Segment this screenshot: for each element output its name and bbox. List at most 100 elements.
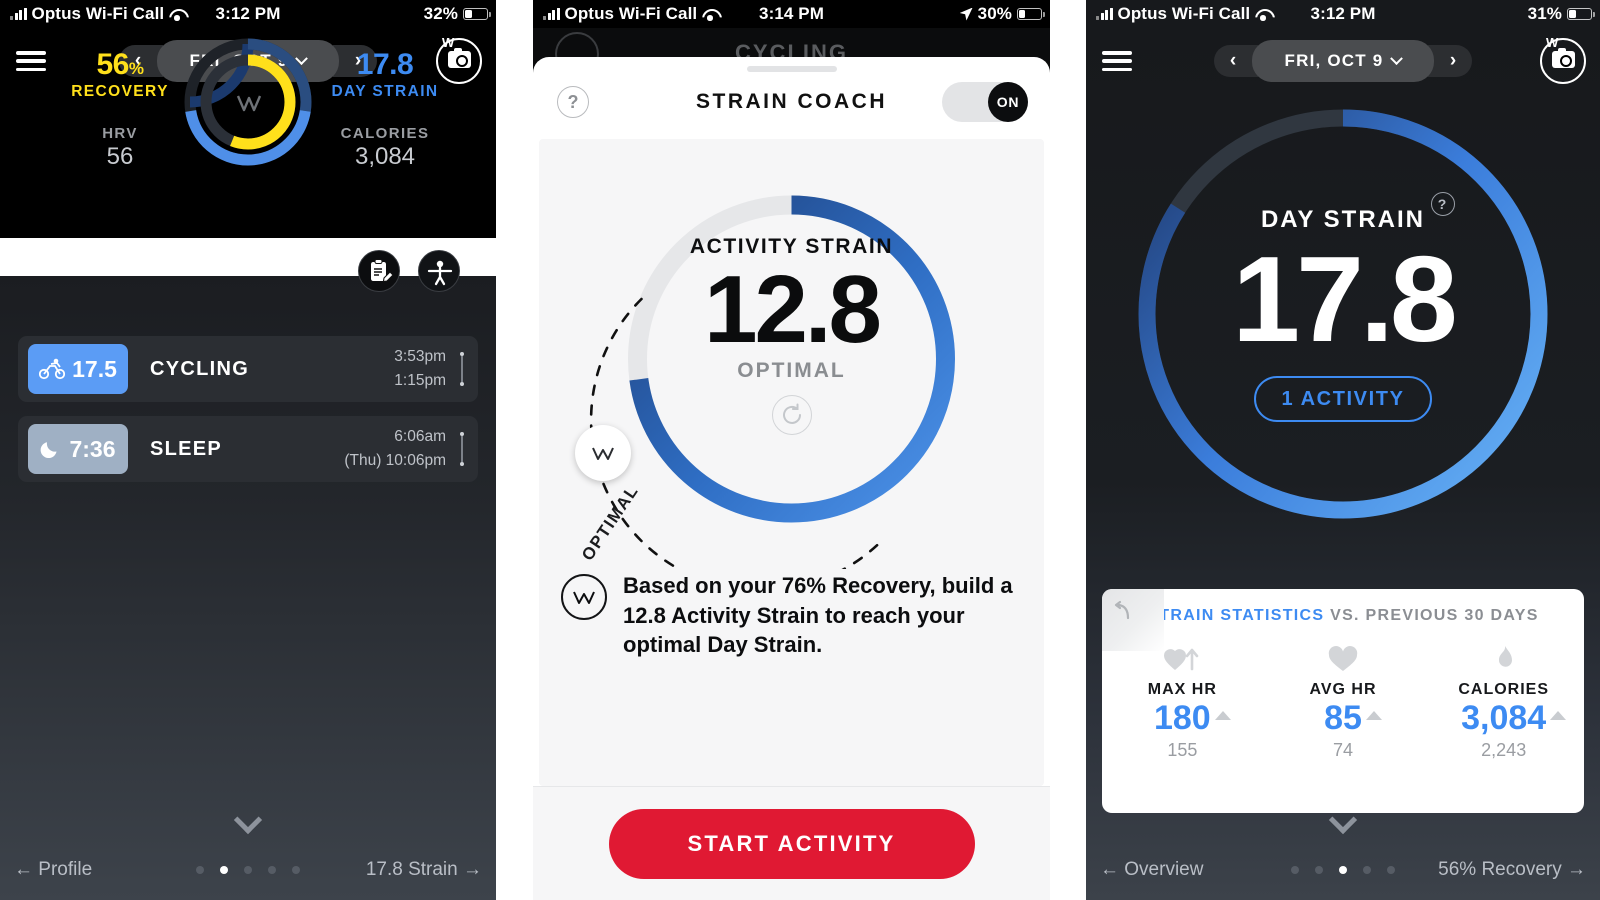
- status-clock: 3:12 PM: [215, 4, 281, 23]
- list-item[interactable]: 7:36 SLEEP 6:06am (Thu) 10:06pm: [18, 416, 478, 482]
- hamburger-icon[interactable]: [16, 51, 46, 71]
- bottom-nav: ← Overview 56% Recovery →: [1086, 804, 1600, 900]
- add-activity-button[interactable]: +: [409, 247, 460, 292]
- activity-name: SLEEP: [150, 437, 223, 460]
- plus-icon: +: [409, 247, 421, 269]
- screenshot-stage: Optus Wi-Fi Call 3:12 PM 32% ‹ FRI, OCT …: [0, 0, 1600, 900]
- person-plus-icon: [427, 260, 453, 286]
- stat-avg-hr: AVG HR 85 74: [1263, 639, 1424, 761]
- activity-name: CYCLING: [150, 357, 250, 380]
- activity-times: 3:53pm 1:15pm: [394, 345, 446, 393]
- question-mark-icon[interactable]: ?: [557, 86, 589, 118]
- coach-note: Based on your 76% Recovery, build a 12.8…: [539, 571, 1044, 660]
- stat-previous: 2,243: [1481, 740, 1527, 761]
- card-fold-corner: [1102, 589, 1164, 651]
- battery-percent-label: 30%: [977, 4, 1012, 23]
- whoop-mark: W: [442, 35, 454, 50]
- phone-screen-day-strain: Optus Wi-Fi Call 3:12 PM 31% ‹ FRI, OCT …: [1086, 0, 1600, 900]
- activity-strain-status: OPTIMAL: [737, 359, 846, 383]
- activity-score: 7:36: [69, 435, 116, 462]
- clipboard-edit-icon: [371, 259, 394, 283]
- journal-button[interactable]: [358, 250, 400, 292]
- recovery-strain-ring[interactable]: [180, 34, 316, 170]
- floating-action-buttons: +: [358, 247, 460, 292]
- nav-next-link[interactable]: 17.8 Strain →: [366, 859, 482, 881]
- coach-note-text: Based on your 76% Recovery, build a 12.8…: [623, 572, 1013, 658]
- hero-section: ‹ FRI, OCT 9 › W 56% RECOVERY HRV 56 17.…: [0, 28, 496, 238]
- phone-screen-overview: Optus Wi-Fi Call 3:12 PM 32% ‹ FRI, OCT …: [0, 0, 496, 900]
- activity-start-time: 1:15pm: [394, 372, 446, 389]
- calories-value: 3,084: [354, 143, 416, 170]
- stats-title-primary: STRAIN STATISTICS: [1147, 607, 1325, 624]
- trend-up-icon: [1214, 711, 1231, 720]
- toggle-knob: ON: [988, 82, 1028, 122]
- phone-screen-strain-coach: Optus Wi-Fi Call 3:14 PM 30% CYCLING ? S…: [533, 0, 1050, 900]
- battery-icon: [463, 8, 491, 20]
- camera-icon[interactable]: W: [1540, 35, 1586, 84]
- chevron-down-icon[interactable]: [1328, 805, 1358, 835]
- whoop-mark: W: [1546, 35, 1558, 50]
- day-strain-center: DAY STRAIN ? 17.8 1 ACTIVITY: [1178, 192, 1508, 422]
- recovery-stat: 56% RECOVERY HRV 56: [60, 50, 180, 171]
- date-button[interactable]: FRI, OCT 9: [1252, 40, 1434, 82]
- next-day-button[interactable]: ›: [1428, 45, 1472, 77]
- activity-times: 6:06am (Thu) 10:06pm: [344, 425, 446, 473]
- day-strain-body: ‹ FRI, OCT 9 › W DAY STRAIN ? 17.8 1 ACT…: [1086, 28, 1600, 900]
- sheet-header: ? STRAIN COACH ON: [533, 72, 1050, 132]
- battery-icon: [1017, 8, 1045, 20]
- strain-coach-sheet: ? STRAIN COACH ON OPTIMAL ACTIVITY STRAI…: [533, 57, 1050, 900]
- location-arrow-icon: [959, 7, 973, 21]
- stat-value: 85: [1324, 699, 1382, 738]
- stat-label: MAX HR: [1147, 681, 1217, 698]
- status-clock: 3:12 PM: [1310, 4, 1376, 23]
- strain-target-marker[interactable]: [575, 425, 631, 481]
- list-item[interactable]: 17.5 CYCLING 3:53pm 1:15pm: [18, 336, 478, 402]
- day-strain-label: DAY STRAIN ?: [1261, 192, 1456, 234]
- nav-prev-link[interactable]: ← Overview: [1100, 859, 1203, 881]
- top-nav: ‹ FRI, OCT 9 › W: [1086, 28, 1600, 94]
- stat-max-hr: MAX HR 180 155: [1102, 639, 1263, 761]
- page-dots[interactable]: [196, 866, 300, 874]
- calories-label: CALORIES: [340, 125, 430, 142]
- day-strain-value: 17.8: [1232, 231, 1457, 367]
- activity-end-time: 3:53pm: [394, 347, 446, 365]
- date-selector[interactable]: ‹ FRI, OCT 9 ›: [1214, 40, 1472, 82]
- status-right: 32%: [424, 0, 491, 28]
- nav-next-link[interactable]: 56% Recovery →: [1438, 859, 1586, 881]
- stat-value: 180: [1154, 699, 1231, 738]
- day-strain-value: 17.8: [356, 48, 414, 81]
- whoop-logo-icon: [561, 573, 607, 620]
- sheet-body: OPTIMAL ACTIVITY STRAIN 12.8 OPTIMAL Bas…: [539, 139, 1044, 786]
- stat-value: 3,084: [1461, 699, 1567, 738]
- hamburger-icon[interactable]: [1102, 51, 1132, 71]
- stat-label: AVG HR: [1309, 681, 1377, 698]
- moon-icon: [41, 442, 57, 459]
- chevron-down-icon[interactable]: [233, 805, 263, 835]
- chevron-down-icon: [1390, 51, 1404, 65]
- status-bar: Optus Wi-Fi Call 3:12 PM 31%: [1086, 0, 1600, 28]
- day-strain-label: DAY STRAIN: [331, 83, 439, 100]
- activity-count-button[interactable]: 1 ACTIVITY: [1254, 376, 1432, 422]
- start-activity-button[interactable]: START ACTIVITY: [608, 808, 975, 879]
- strain-coach-toggle[interactable]: ON: [942, 82, 1028, 122]
- activity-score-chip: 17.5: [28, 344, 128, 394]
- status-right: 30%: [959, 0, 1045, 28]
- strain-stat: 17.8 DAY STRAIN CALORIES 3,084: [320, 50, 450, 171]
- battery-percent-label: 31%: [1527, 4, 1562, 23]
- activity-score-chip: 7:36: [28, 424, 128, 474]
- page-dots[interactable]: [1291, 866, 1395, 874]
- status-bar: Optus Wi-Fi Call 3:14 PM 30%: [533, 0, 1050, 28]
- question-mark-icon[interactable]: ?: [1431, 192, 1456, 216]
- bottom-nav: ← Profile 17.8 Strain →: [0, 804, 496, 900]
- strain-statistics-card[interactable]: STRAIN STATISTICS VS. PREVIOUS 30 DAYS M…: [1102, 589, 1584, 813]
- bottom-nav-row: ← Profile 17.8 Strain →: [0, 858, 496, 882]
- battery-icon: [1567, 8, 1595, 20]
- bottom-nav-row: ← Overview 56% Recovery →: [1086, 858, 1600, 882]
- activity-strain-value: 12.8: [704, 255, 882, 363]
- reset-icon[interactable]: [771, 395, 812, 436]
- nav-prev-link[interactable]: ← Profile: [14, 859, 92, 881]
- activity-end-time: 6:06am: [394, 427, 446, 445]
- trend-up-icon: [1365, 711, 1382, 720]
- camera-body: [448, 48, 471, 68]
- stat-label: CALORIES: [1458, 681, 1550, 698]
